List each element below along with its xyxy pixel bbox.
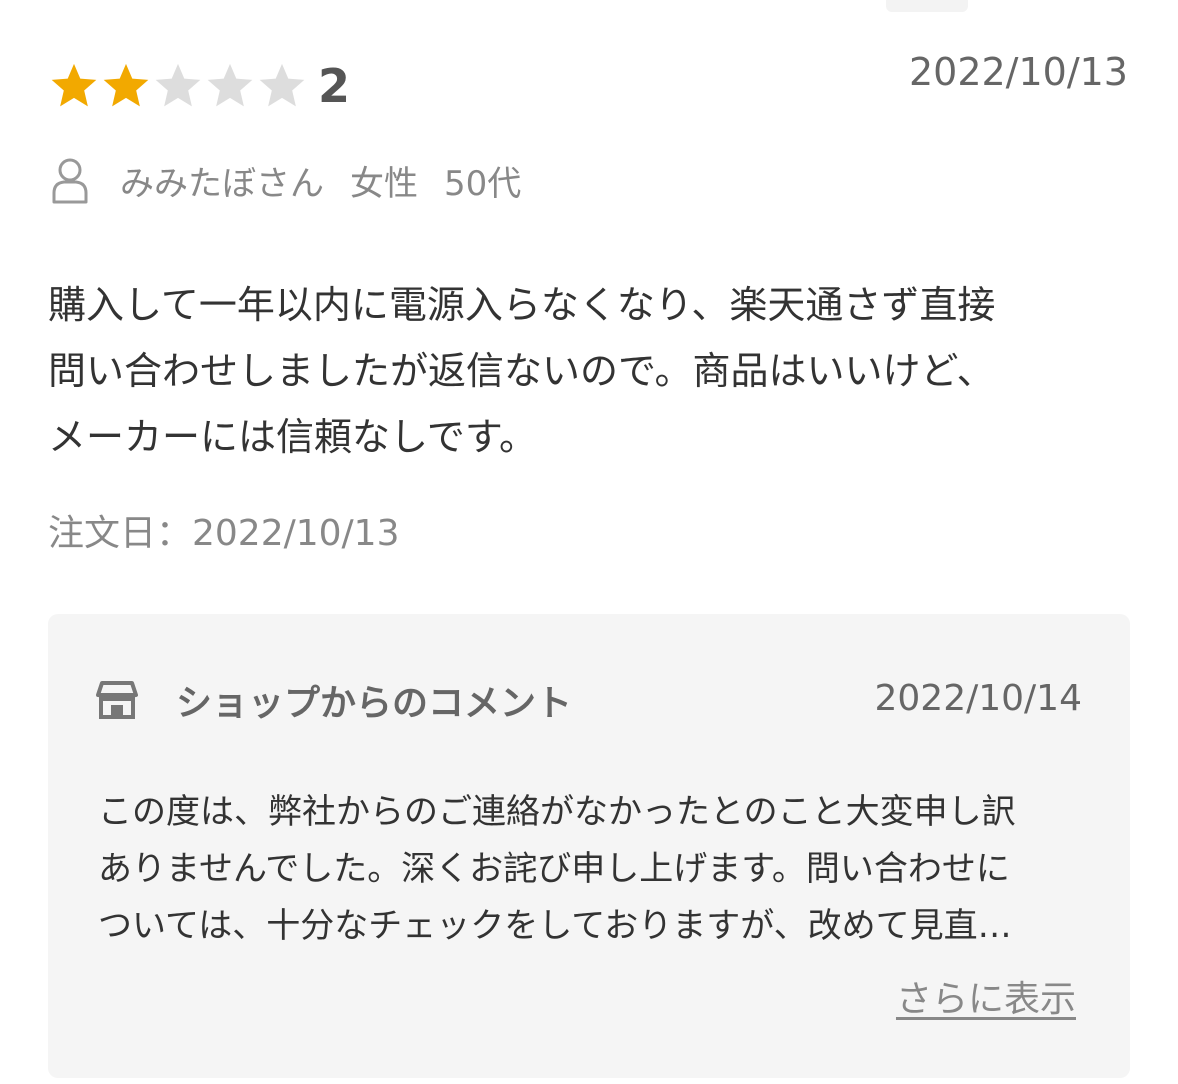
shop-comment-line: この度は、弊社からのご連絡がなかったとのこと大変申し訳 <box>98 792 1016 832</box>
star-empty-icon <box>155 63 201 107</box>
review-body: 購入して一年以内に電源入らなくなり、楽天通さず直接 問い合わせしましたが返信ない… <box>48 272 1138 470</box>
top-tab-handle <box>886 0 968 12</box>
review-rating: 2 <box>48 58 350 114</box>
shop-comment-date: 2022/10/14 <box>874 678 1083 719</box>
shop-comment-header: ショップからのコメント <box>96 672 572 728</box>
reviewer-gender: 女性 <box>350 163 418 204</box>
review-date: 2022/10/13 <box>908 50 1128 94</box>
review-body-line: 購入して一年以内に電源入らなくなり、楽天通さず直接 <box>48 283 996 327</box>
user-icon <box>52 158 88 204</box>
reviewer-age: 50代 <box>444 163 522 204</box>
shop-comment-line: ついては、十分なチェックをしておりますが、改めて見直… <box>98 906 1012 946</box>
shop-icon <box>96 681 138 719</box>
rating-stars <box>48 60 308 112</box>
shop-comment-body: この度は、弊社からのご連絡がなかったとのこと大変申し訳 ありませんでした。深くお… <box>98 784 1083 955</box>
reviewer-name: みみたぼさん <box>120 163 324 204</box>
shop-comment-line: ありませんでした。深くお詫び申し上げます。問い合わせに <box>98 849 1010 889</box>
star-empty-icon <box>259 63 305 107</box>
star-empty-icon <box>207 63 253 107</box>
review-body-line: 問い合わせしましたが返信ないので。商品はいいけど、 <box>48 349 995 393</box>
shop-comment-box: ショップからのコメント 2022/10/14 この度は、弊社からのご連絡がなかっ… <box>48 614 1130 1078</box>
star-filled-icon <box>103 63 149 107</box>
order-date: 注文日：2022/10/13 <box>48 513 400 554</box>
star-filled-icon <box>51 63 97 107</box>
review-body-line: メーカーには信頼なしです。 <box>48 415 538 459</box>
reviewer-info: みみたぼさん 女性 50代 <box>50 154 547 206</box>
show-more-link[interactable]: さらに表示 <box>896 976 1076 1024</box>
rating-number: 2 <box>318 59 351 113</box>
shop-comment-title: ショップからのコメント <box>176 683 573 724</box>
